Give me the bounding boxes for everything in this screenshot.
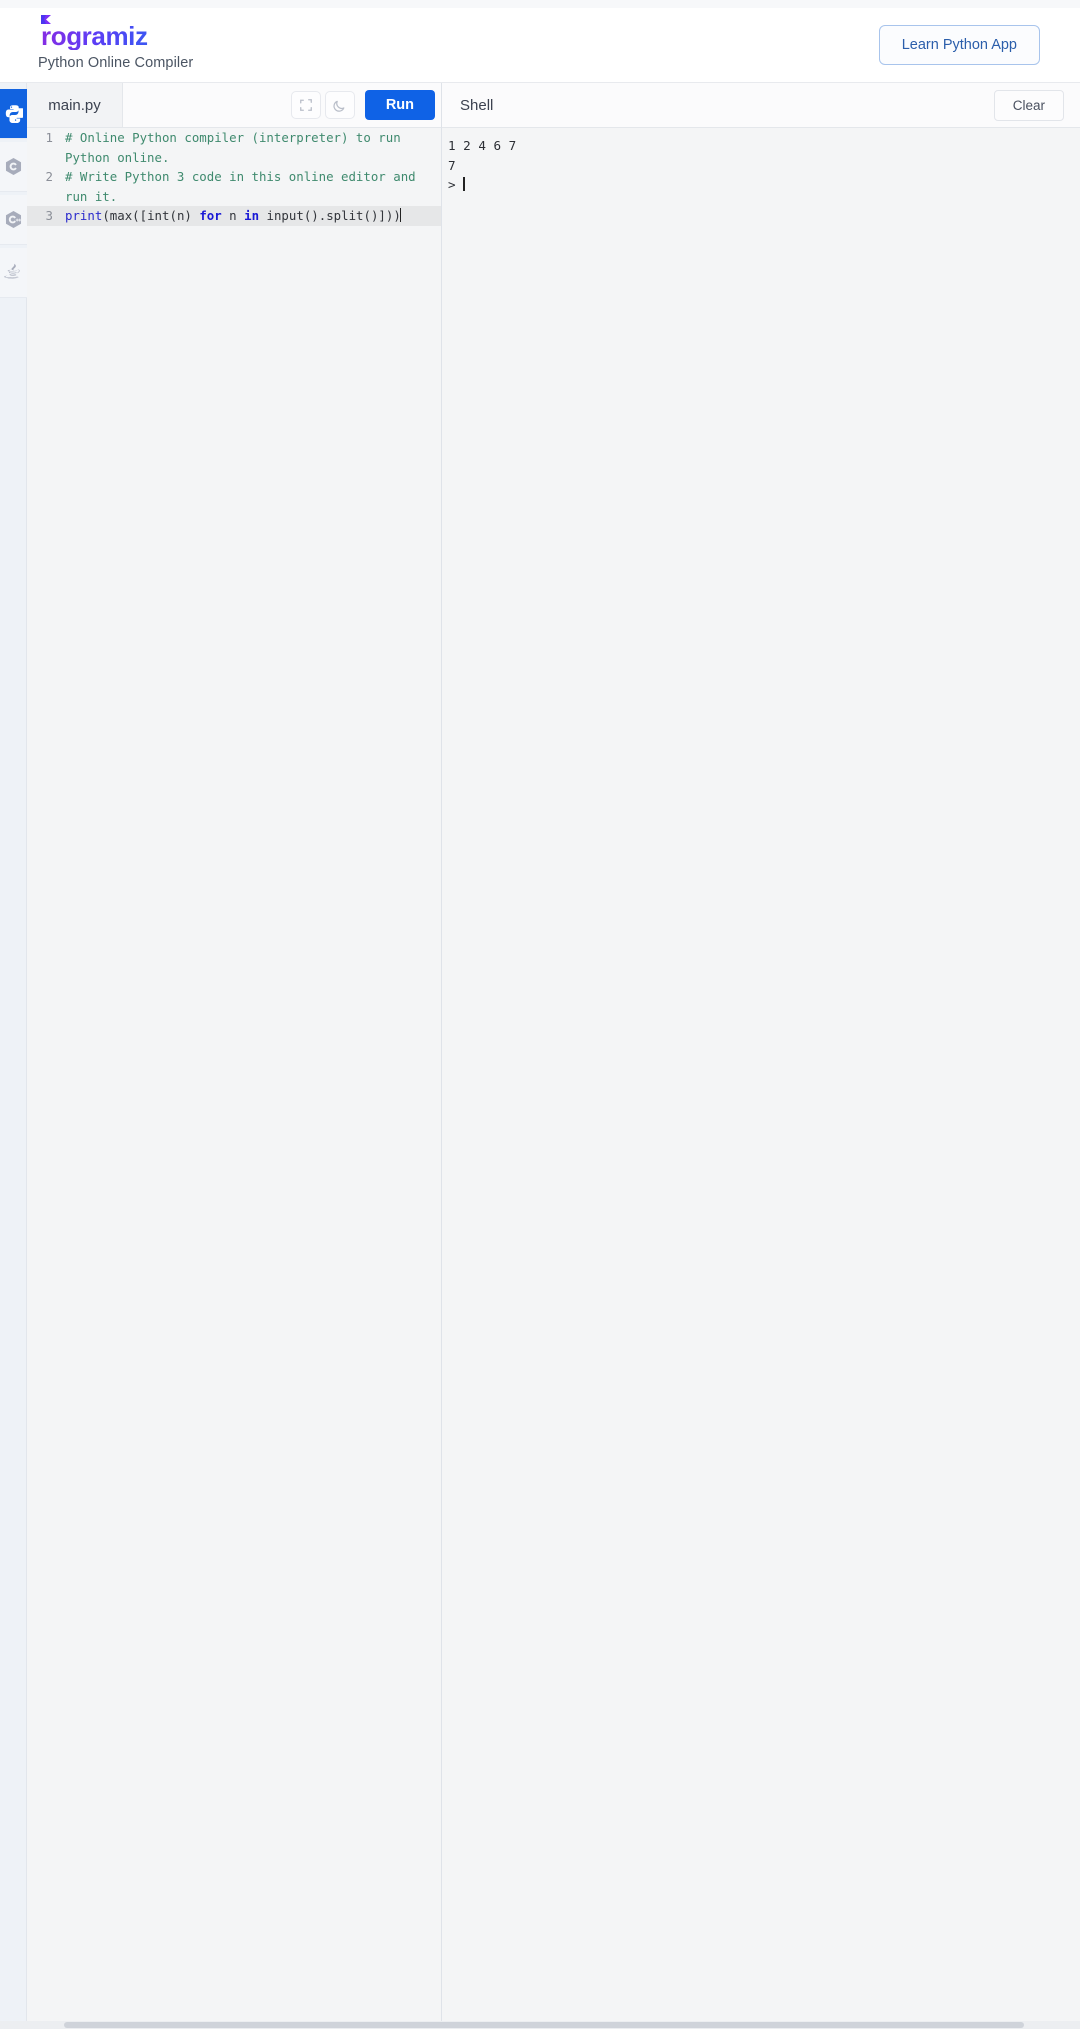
code-token: int [147,208,170,223]
code-token: (n) [169,208,200,223]
scrollbar-thumb[interactable] [64,2022,1024,2028]
shell-title: Shell [460,96,494,114]
shell-panel: Shell Clear 1 2 4 6 7 7 > [442,83,1080,2029]
programiz-logo[interactable]: rogramiz [38,14,193,51]
language-sidebar [0,83,27,2029]
brand: rogramiz Python Online Compiler [38,14,194,72]
code-token: input [266,208,304,223]
editor-panel: main.py Run 1 # Online Python compiler (… [27,83,442,2029]
page-header: rogramiz Python Online Compiler Learn Py… [0,8,1080,83]
shell-output-line: 7 [448,157,456,173]
code-token: for [199,208,222,223]
shell-toolbar: Shell Clear [442,83,1080,128]
shell-cursor [463,177,465,191]
python-icon [5,105,23,123]
line-number: 2 [45,169,53,184]
code-line-text[interactable]: print(max([int(n) for n in input().split… [61,206,401,226]
line-number: 1 [45,130,53,145]
code-token: ()])) [363,208,401,223]
code-token: ( [102,208,110,223]
code-token: max [109,208,133,223]
cpp-language-icon [5,210,22,229]
editor-toolbar: main.py Run [27,83,441,128]
moon-icon [333,100,345,112]
programiz-logo-text: rogramiz [41,20,148,51]
theme-toggle-button[interactable] [324,91,355,119]
code-token: print [65,208,103,223]
top-strip [0,0,1080,8]
shell-output-line: 1 2 4 6 7 [448,138,517,153]
code-line[interactable]: 1 # Online Python compiler (interpreter) … [27,128,441,167]
learn-python-app-button[interactable]: Learn Python App [878,25,1040,65]
code-editor[interactable]: 1 # Online Python compiler (interpreter) … [27,128,441,2029]
sidebar-item-java[interactable] [0,248,27,298]
code-lines[interactable]: 1 # Online Python compiler (interpreter) … [27,128,441,226]
text-cursor [399,208,401,222]
code-token: # Online Python compiler (interpreter) t… [65,130,409,165]
code-token: # Write Python 3 code in this online edi… [65,169,424,204]
shell-prompt-symbol: > [448,177,464,192]
fullscreen-button[interactable] [290,91,321,119]
line-number: 3 [45,208,53,223]
c-language-icon [5,157,22,176]
code-token: split [326,208,364,223]
code-token: n [221,208,245,223]
code-token: in [244,208,260,223]
sidebar-item-c[interactable] [0,142,27,192]
programiz-flag-icon [41,14,51,27]
file-tab-main-py[interactable]: main.py [27,83,123,127]
shell-output[interactable]: 1 2 4 6 7 7 > [442,128,1080,2029]
toolbar-spacer [123,83,291,127]
sidebar-item-cpp[interactable] [0,195,27,245]
run-button[interactable]: Run [364,90,435,120]
horizontal-scrollbar[interactable] [0,2021,1080,2029]
java-icon [4,263,20,279]
code-line-text[interactable]: # Online Python compiler (interpreter) t… [61,128,441,167]
code-line[interactable]: 2 # Write Python 3 code in this online ed… [27,167,441,206]
fullscreen-icon [299,99,312,111]
app-root: rogramiz Python Online Compiler Learn Py… [0,0,1080,2029]
code-line[interactable]: 3 print(max([int(n) for n in input().spli… [27,206,441,226]
sidebar-item-python[interactable] [0,89,27,139]
page-title: Python Online Compiler [38,55,194,72]
code-token: (). [303,208,327,223]
workspace: main.py Run 1 # Online Python compiler (… [0,83,1080,2029]
clear-button[interactable]: Clear [993,89,1064,121]
shell-prompt-line[interactable]: > [448,175,1080,195]
code-line-text[interactable]: # Write Python 3 code in this online edi… [61,167,441,206]
code-token: ([ [132,208,148,223]
